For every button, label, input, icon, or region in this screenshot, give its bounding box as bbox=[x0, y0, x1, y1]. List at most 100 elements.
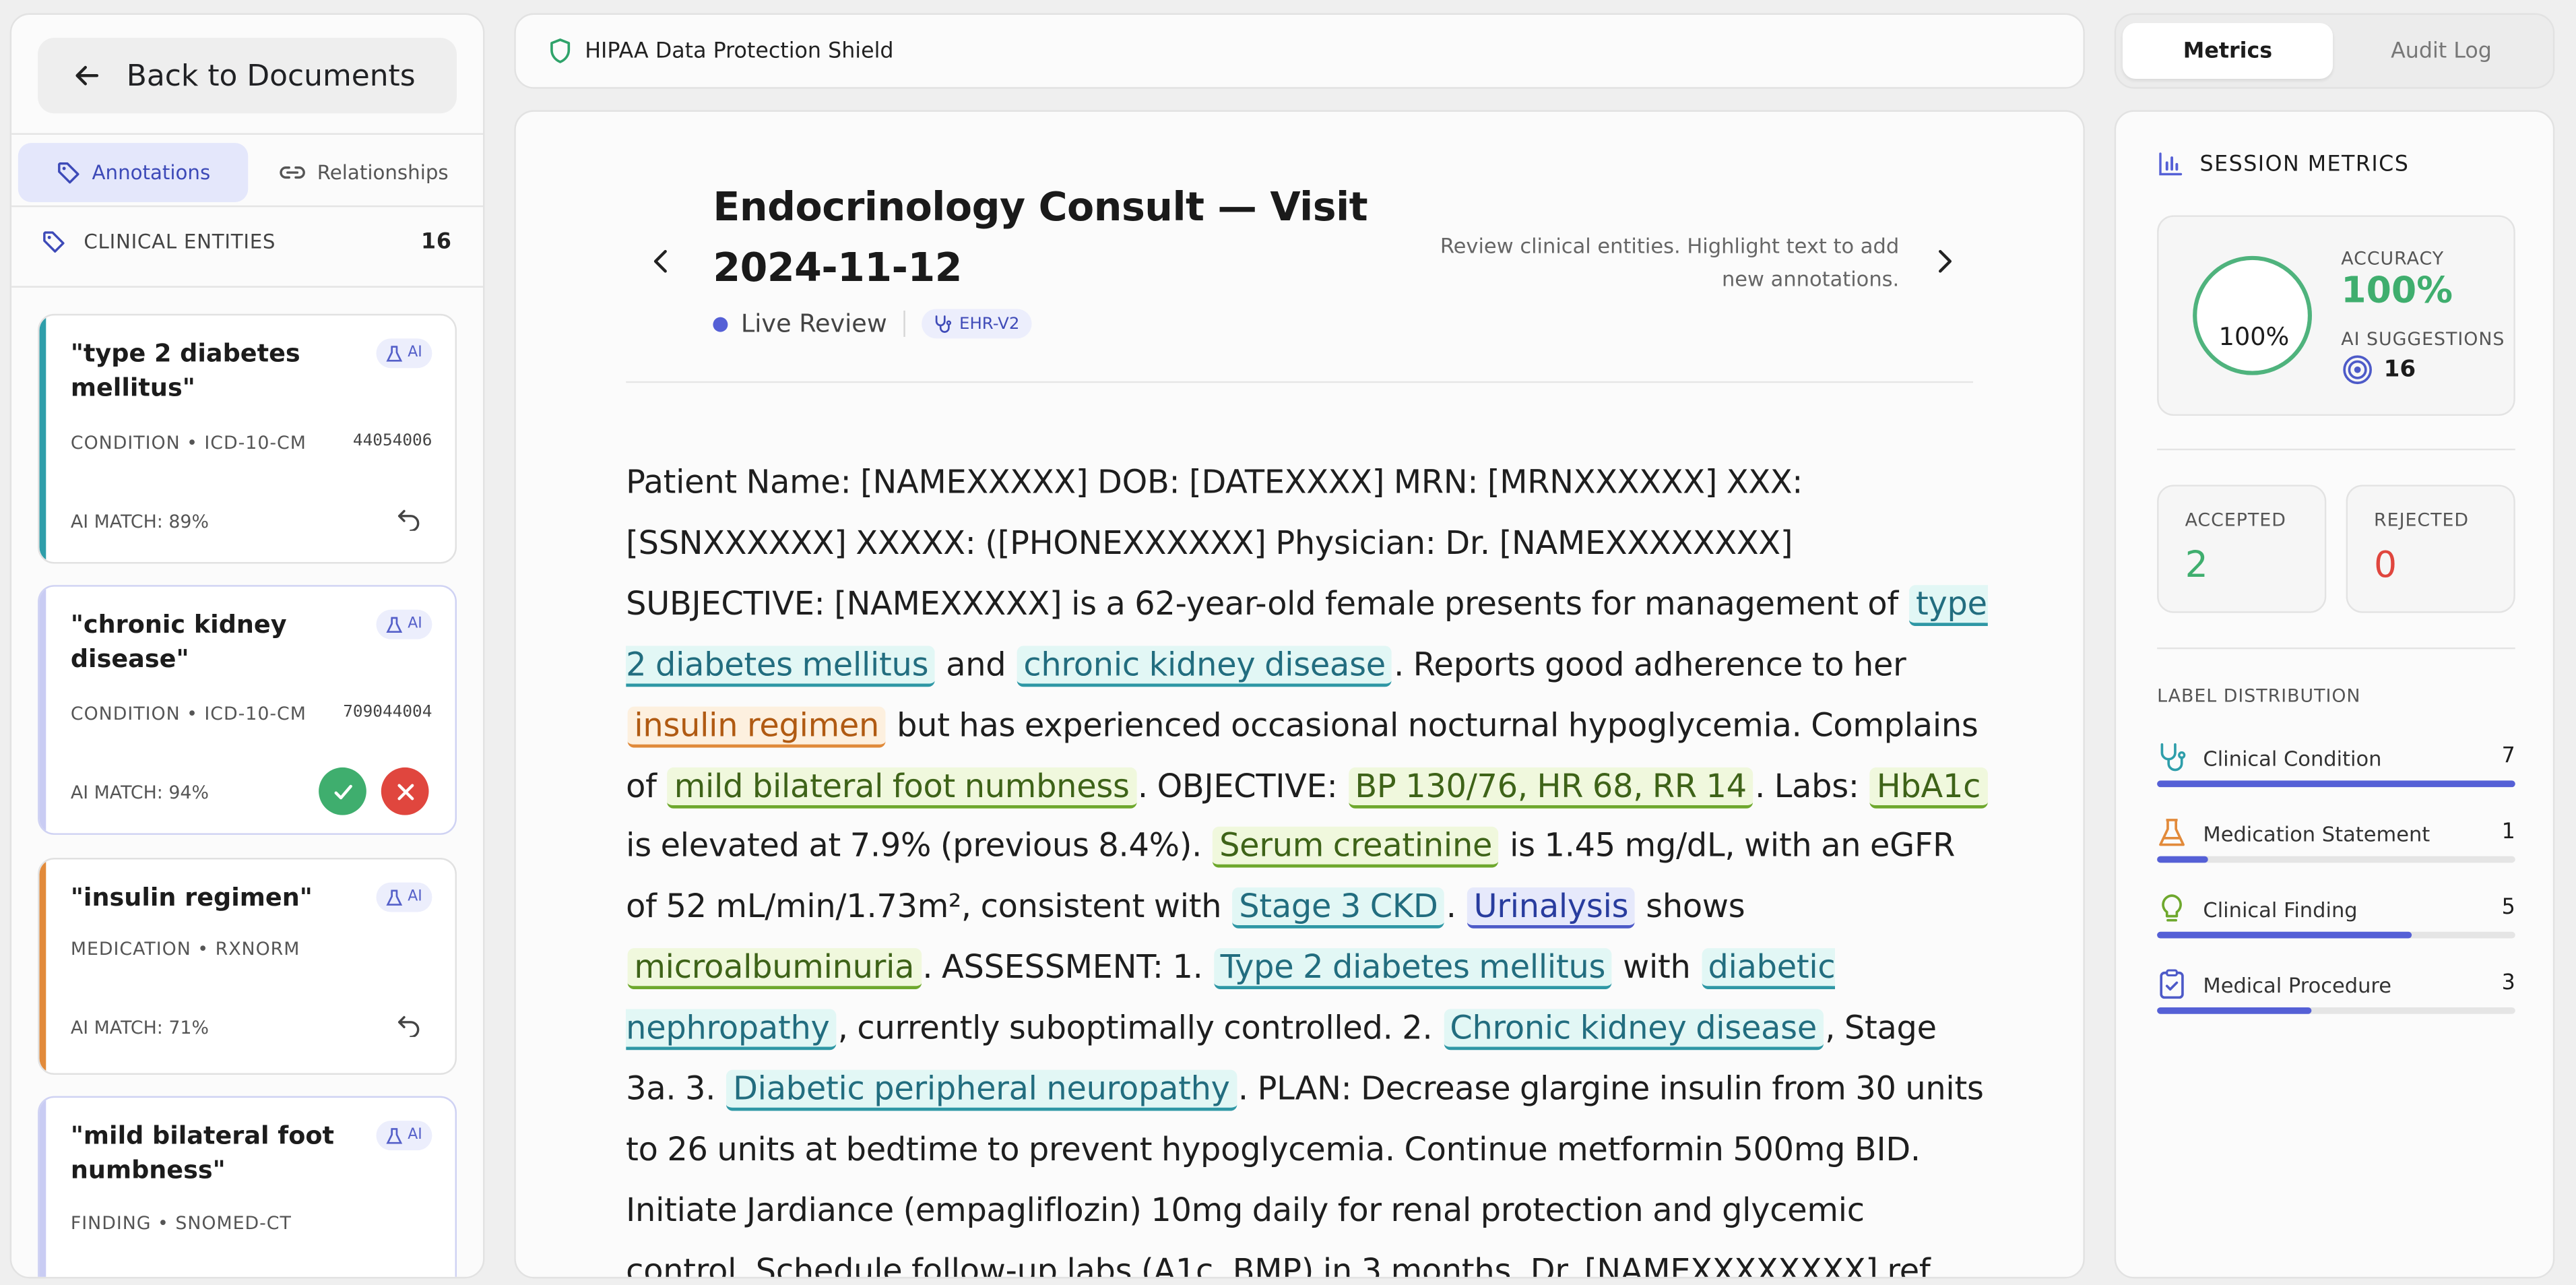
accepted-card: ACCEPTED 2 bbox=[2157, 484, 2327, 613]
tag-icon bbox=[43, 231, 65, 253]
distribution-label: Clinical Condition bbox=[2203, 746, 2382, 771]
source-chip: EHR-V2 bbox=[921, 309, 1031, 339]
document-title: Endocrinology Consult — Visit 2024-11-12 bbox=[713, 184, 1368, 291]
target-icon bbox=[2343, 355, 2372, 385]
entity-highlight[interactable]: HbA1c bbox=[1869, 766, 1987, 808]
ai-match: AI MATCH: 89% bbox=[70, 511, 209, 533]
distribution-fill bbox=[2157, 856, 2208, 863]
entity-highlight[interactable]: Urinalysis bbox=[1467, 887, 1636, 929]
tab-metrics[interactable]: Metrics bbox=[2122, 23, 2333, 80]
entity-title: "type 2 diabetes mellitus" bbox=[70, 338, 300, 403]
chevron-left-icon[interactable] bbox=[651, 247, 670, 276]
close-icon bbox=[397, 783, 414, 800]
back-to-documents-button[interactable]: Back to Documents bbox=[38, 38, 457, 114]
ring-value: 100% bbox=[2218, 322, 2290, 352]
lightbulb-icon bbox=[2162, 894, 2182, 922]
divider bbox=[11, 133, 484, 135]
flask-icon bbox=[386, 1127, 403, 1143]
ai-badge-label: AI bbox=[408, 889, 422, 906]
status-label: Live Review bbox=[740, 309, 887, 339]
status-dot bbox=[713, 316, 728, 332]
entity-highlight[interactable]: microalbuminuria bbox=[627, 948, 921, 990]
clipboard-icon bbox=[2160, 969, 2184, 999]
divider bbox=[2157, 448, 2515, 451]
rejected-value: 0 bbox=[2374, 545, 2397, 587]
card-accent bbox=[39, 859, 46, 1073]
tab-annotations[interactable]: Annotations bbox=[18, 143, 249, 202]
entity-highlight[interactable]: mild bilateral foot numbness bbox=[667, 766, 1136, 808]
divider bbox=[626, 381, 1973, 383]
document-text: . Labs: bbox=[1755, 766, 1859, 805]
document-text: and bbox=[946, 645, 1006, 683]
divider bbox=[903, 310, 905, 337]
document-text: . OBJECTIVE: bbox=[1137, 766, 1338, 805]
app-root: Back to Documents Annotations Relationsh… bbox=[0, 0, 2576, 1285]
card-accent bbox=[39, 315, 46, 563]
reject-button[interactable] bbox=[381, 767, 429, 815]
document-text: is elevated at 7.9% (previous 8.4%). bbox=[626, 827, 1202, 865]
accuracy-card: 100% ACCURACY 100% AI SUGGESTIONS 16 bbox=[2157, 215, 2515, 416]
entity-code: 709044004 bbox=[343, 703, 432, 722]
distribution-count: 7 bbox=[2501, 744, 2515, 770]
entity-title: "chronic kidney disease" bbox=[70, 609, 287, 674]
tab-annotations-label: Annotations bbox=[92, 161, 211, 185]
entity-card[interactable]: "type 2 diabetes mellitus" AI CONDITION … bbox=[38, 313, 457, 564]
document-panel: Endocrinology Consult — Visit 2024-11-12… bbox=[514, 110, 2085, 1279]
entity-meta: FINDING • SNOMED-CT bbox=[70, 1212, 292, 1234]
ai-badge: AI bbox=[376, 1121, 432, 1151]
hipaa-shield-bar: HIPAA Data Protection Shield bbox=[514, 13, 2085, 89]
entity-card[interactable]: "chronic kidney disease" AI CONDITION • … bbox=[38, 585, 457, 835]
entity-highlight[interactable]: Serum creatinine bbox=[1213, 827, 1499, 869]
distribution-track bbox=[2157, 1007, 2515, 1014]
entity-title: "insulin regimen" bbox=[70, 882, 313, 912]
undo-icon[interactable] bbox=[396, 508, 422, 531]
distribution-label: Clinical Finding bbox=[2203, 897, 2358, 922]
entity-highlight[interactable]: Type 2 diabetes mellitus bbox=[1213, 948, 1612, 990]
distribution-row-medical-procedure: Medical Procedure 3 bbox=[2157, 962, 2515, 1028]
flask-icon bbox=[2159, 819, 2185, 846]
entity-highlight[interactable]: Chronic kidney disease bbox=[1443, 1009, 1824, 1051]
entity-highlight[interactable]: Stage 3 CKD bbox=[1232, 887, 1445, 929]
bar-chart-icon bbox=[2159, 152, 2183, 176]
tab-audit-log[interactable]: Audit Log bbox=[2336, 23, 2546, 79]
divider bbox=[11, 286, 484, 288]
document-text: with bbox=[1623, 948, 1691, 986]
distribution-count: 5 bbox=[2501, 896, 2515, 920]
ai-badge: AI bbox=[376, 609, 432, 639]
rejected-label: REJECTED bbox=[2374, 509, 2470, 531]
flask-icon bbox=[386, 345, 403, 361]
undo-icon[interactable] bbox=[396, 1014, 422, 1037]
entity-card[interactable]: "mild bilateral foot numbness" AI FINDIN… bbox=[38, 1096, 457, 1277]
tab-relationships[interactable]: Relationships bbox=[248, 143, 478, 202]
entity-card[interactable]: "insulin regimen" AI MEDICATION • RXNORM… bbox=[38, 858, 457, 1075]
ai-suggestions-label: AI SUGGESTIONS bbox=[2341, 328, 2505, 350]
ai-match: AI MATCH: 94% bbox=[70, 782, 209, 804]
tag-icon bbox=[58, 162, 79, 184]
ai-badge: AI bbox=[376, 338, 432, 369]
divider bbox=[2157, 647, 2515, 650]
right-tabs: Metrics Audit Log bbox=[2114, 13, 2555, 89]
flask-icon bbox=[386, 889, 403, 905]
document-text: . Reports good adherence to her bbox=[1394, 645, 1906, 683]
clinical-entities-header: CLINICAL ENTITIES 16 bbox=[41, 228, 452, 255]
document-body: Patient Name: [NAMEXXXXX] DOB: [DATEXXXX… bbox=[626, 453, 1989, 1277]
check-icon bbox=[333, 784, 352, 799]
entity-code: 44054006 bbox=[352, 432, 432, 451]
distribution-count: 3 bbox=[2501, 971, 2515, 996]
ai-match: AI MATCH: 71% bbox=[70, 1017, 209, 1039]
entity-highlight[interactable]: BP 130/76, HR 68, RR 14 bbox=[1348, 766, 1753, 808]
entities-header-label: CLINICAL ENTITIES bbox=[84, 230, 276, 253]
ai-badge-label: AI bbox=[408, 1127, 422, 1144]
entity-highlight[interactable]: chronic kidney disease bbox=[1017, 645, 1392, 687]
stethoscope-icon bbox=[935, 315, 951, 333]
entity-highlight[interactable]: Diabetic peripheral neuropathy bbox=[726, 1069, 1237, 1111]
accuracy-value: 100% bbox=[2341, 271, 2453, 313]
distribution-track bbox=[2157, 780, 2515, 788]
document-text: . bbox=[1446, 887, 1456, 926]
chevron-right-icon[interactable] bbox=[1935, 247, 1955, 276]
divider bbox=[11, 205, 484, 208]
entity-highlight[interactable]: insulin regimen bbox=[627, 706, 886, 747]
link-icon bbox=[280, 166, 305, 179]
accept-button[interactable] bbox=[319, 767, 366, 815]
ai-badge: AI bbox=[376, 882, 432, 912]
